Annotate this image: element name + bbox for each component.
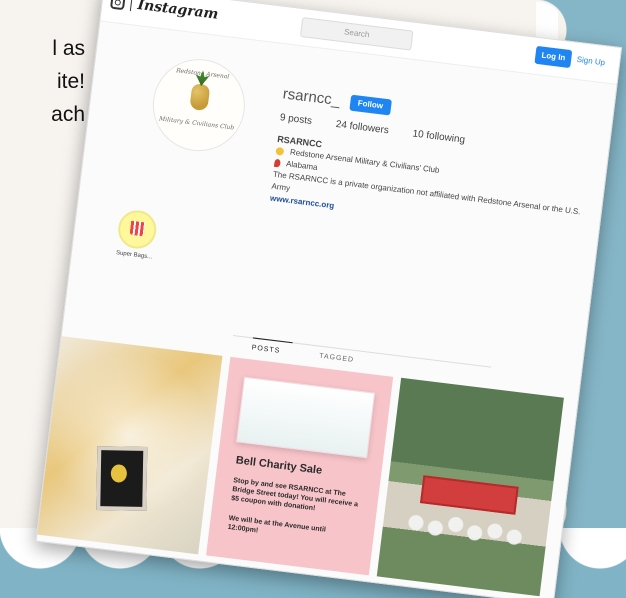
tab-posts[interactable]: POSTS [251, 344, 280, 354]
profile-avatar: Redstone Arsenal Military & Civilians Cl… [147, 53, 251, 157]
popcorn-icon [129, 220, 146, 237]
search-input[interactable]: Search [299, 17, 414, 51]
highlight-thumbnail [116, 208, 159, 251]
framed-sign [96, 446, 148, 511]
followers-count[interactable]: 24 followers [335, 119, 389, 136]
post-title: Bell Charity Sale [235, 454, 323, 477]
post-thumbnail-1[interactable] [35, 335, 223, 555]
pineapple-icon [189, 83, 211, 112]
camera-icon [109, 0, 126, 11]
follow-button[interactable]: Follow [348, 94, 392, 115]
post-thumbnail-2[interactable]: Bell Charity Sale Stop by and see RSARNC… [206, 356, 394, 576]
page: l as ite! ach Instagram Search Log In Si… [0, 0, 626, 598]
post-image [236, 376, 376, 459]
signup-link[interactable]: Sign Up [576, 51, 606, 72]
instagram-wordmark: Instagram [136, 0, 220, 23]
instagram-logo[interactable]: Instagram [109, 0, 220, 23]
post-text-1: Stop by and see RSARNCC at The Bridge St… [230, 477, 359, 513]
emoji-icon [275, 146, 285, 156]
instagram-profile-card: Instagram Search Log In Sign Up Redstone… [35, 0, 623, 598]
story-highlight[interactable]: Super Bags... [110, 208, 163, 261]
post-thumbnail-3[interactable] [376, 377, 564, 597]
avatar-bottom-text: Military & Civilians Club [158, 115, 235, 132]
profile-info: rsarncc_ Follow 9 posts 24 followers 10 … [269, 85, 601, 243]
username: rsarncc_ [281, 85, 342, 110]
posts-count: 9 posts [279, 112, 313, 127]
following-count[interactable]: 10 following [412, 128, 466, 145]
post-text-2: We will be at the Avenue until 12:00pm! [227, 514, 327, 535]
login-button[interactable]: Log In [534, 45, 573, 69]
active-tab-indicator [252, 337, 293, 344]
tab-tagged[interactable]: TAGGED [319, 353, 355, 364]
logo-divider [129, 0, 133, 12]
location-pin-icon [273, 158, 281, 168]
highlight-label: Super Bags... [115, 250, 153, 261]
